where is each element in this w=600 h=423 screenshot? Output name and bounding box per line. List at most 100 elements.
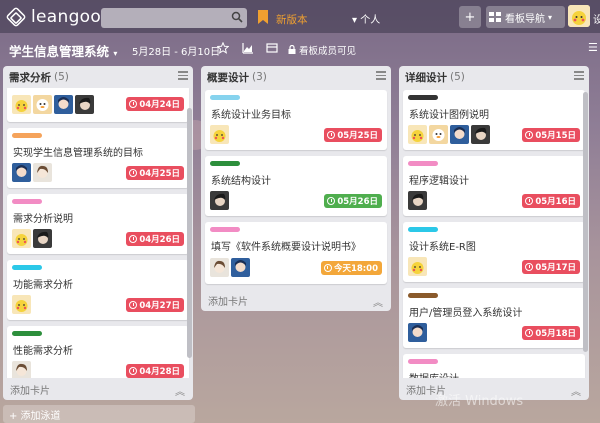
chart-icon[interactable] (242, 42, 254, 54)
board-dates[interactable]: 5月28日 - 6月10日 (132, 43, 220, 58)
card[interactable]: 系统结构设计 05月26日 (205, 156, 387, 216)
user-avatar[interactable] (568, 5, 590, 27)
card[interactable]: 04月24日 (7, 88, 189, 122)
member-avatar-pikachu[interactable] (408, 257, 427, 276)
clock-icon (129, 169, 138, 177)
clock-icon (129, 235, 138, 243)
card-label (408, 359, 438, 364)
due-date-badge[interactable]: 04月25日 (126, 166, 184, 180)
member-avatar-blue-girl[interactable] (231, 258, 250, 277)
due-date-badge[interactable]: 05月25日 (324, 128, 382, 142)
card-label (210, 95, 240, 100)
add-lane-button[interactable]: + 添加泳道 (3, 405, 195, 423)
board-nav-dropdown[interactable]: 看板导航 ▾ (486, 6, 565, 28)
list-header[interactable]: 概要设计 (3) (201, 66, 391, 88)
due-date-badge[interactable]: 04月24日 (126, 97, 184, 111)
member-avatar-white-girl[interactable] (33, 163, 52, 182)
list-count: (5) (450, 71, 465, 83)
member-avatar-penguin[interactable] (33, 95, 52, 114)
member-avatar-pikachu[interactable] (210, 125, 229, 144)
member-avatar-blue-girl[interactable] (12, 163, 31, 182)
member-avatar-pikachu[interactable] (12, 295, 31, 314)
card[interactable]: 性能需求分析 04月28日 (7, 326, 189, 378)
new-version-link[interactable]: 新版本 (276, 12, 308, 27)
member-avatar-dark-hair[interactable] (408, 191, 427, 210)
columns-icon[interactable] (266, 42, 278, 54)
card-title: 功能需求分析 (13, 280, 73, 291)
member-avatar-dark-hair[interactable] (75, 95, 94, 114)
personal-menu[interactable]: ▾ 个人 (352, 11, 380, 26)
card[interactable]: 实现学生信息管理系统的目标 04月25日 (7, 128, 189, 188)
due-date-badge[interactable]: 05月15日 (522, 128, 580, 142)
board-title[interactable]: 学生信息管理系统 ▾ (9, 41, 117, 60)
card-title: 程序逻辑设计 (409, 176, 469, 187)
app-logo[interactable]: leangoo (5, 5, 102, 28)
windows-activation-watermark: 激活 Windows (435, 394, 524, 409)
list-scrollbar[interactable] (583, 92, 588, 352)
logo-text: leangoo (31, 6, 102, 27)
add-card-button[interactable]: 添加卡片 ︽ (201, 289, 391, 311)
due-date-badge[interactable]: 04月28日 (126, 364, 184, 378)
card-title: 性能需求分析 (13, 346, 73, 357)
due-date-badge[interactable]: 05月16日 (522, 194, 580, 208)
member-avatar-penguin[interactable] (429, 125, 448, 144)
due-date: 05月15日 (535, 131, 576, 141)
card[interactable]: 用户/管理员登入系统设计 05月18日 (403, 288, 585, 348)
card-members (12, 229, 52, 248)
member-avatar-pikachu[interactable] (408, 125, 427, 144)
clock-icon (129, 100, 138, 108)
card-label (408, 293, 438, 298)
list-header[interactable]: 需求分析 (5) (3, 66, 193, 88)
add-button[interactable]: + (459, 6, 481, 28)
collapse-icon[interactable]: ︽ (373, 294, 383, 309)
card[interactable]: 填写《软件系统概要设计说明书》 今天18:00 (205, 222, 387, 284)
card-title: 需求分析说明 (13, 214, 73, 225)
due-date: 05月16日 (535, 197, 576, 207)
due-date-badge[interactable]: 04月26日 (126, 232, 184, 246)
card-title: 填写《软件系统概要设计说明书》 (211, 242, 361, 253)
due-date-badge[interactable]: 今天18:00 (320, 261, 382, 275)
member-avatar-dark-hair[interactable] (210, 191, 229, 210)
collapse-icon[interactable]: ︽ (571, 383, 581, 398)
member-avatar-white-girl[interactable] (210, 258, 229, 277)
due-date-badge[interactable]: 05月17日 (522, 260, 580, 274)
card[interactable]: 功能需求分析 04月27日 (7, 260, 189, 320)
due-date-badge[interactable]: 04月27日 (126, 298, 184, 312)
due-date-badge[interactable]: 05月18日 (522, 326, 580, 340)
member-avatar-dark-hair[interactable] (471, 125, 490, 144)
list-menu-icon[interactable] (574, 71, 584, 81)
list-scrollbar[interactable] (187, 108, 192, 358)
list-menu-icon[interactable] (376, 71, 386, 81)
member-avatar-pikachu[interactable] (12, 229, 31, 248)
card-label (210, 161, 240, 166)
card[interactable]: 设计系统E-R图 05月17日 (403, 222, 585, 282)
member-avatar-white-girl[interactable] (12, 361, 31, 378)
add-card-button[interactable]: 添加卡片 ︽ (3, 378, 193, 400)
star-icon[interactable] (217, 42, 229, 54)
card-members (408, 257, 427, 276)
search-icon[interactable] (231, 11, 243, 23)
collapse-icon[interactable]: ︽ (175, 383, 185, 398)
card[interactable]: 系统设计图例说明 05月15日 (403, 90, 585, 150)
card[interactable]: 需求分析说明 04月26日 (7, 194, 189, 254)
card-title: 系统设计业务目标 (211, 110, 291, 121)
card[interactable]: 系统设计业务目标 05月25日 (205, 90, 387, 150)
card[interactable]: 程序逻辑设计 05月16日 (403, 156, 585, 216)
settings-link[interactable]: 设 (593, 11, 600, 26)
search-input[interactable] (101, 8, 247, 28)
member-avatar-blue-girl[interactable] (408, 323, 427, 342)
member-avatar-blue-girl[interactable] (54, 95, 73, 114)
list-header[interactable]: 详细设计 (5) (399, 66, 589, 88)
member-avatar-dark-hair[interactable] (33, 229, 52, 248)
list-menu-icon[interactable] (178, 71, 188, 81)
clock-icon (525, 329, 534, 337)
member-avatar-pikachu[interactable] (12, 95, 31, 114)
due-date-badge[interactable]: 05月26日 (324, 194, 382, 208)
clock-icon (327, 197, 336, 205)
board-visibility[interactable]: 看板成员可见 (288, 43, 356, 57)
menu-icon[interactable]: ☰ (588, 41, 598, 54)
card[interactable]: 数据库设计 (403, 354, 585, 378)
card-members (210, 258, 250, 277)
due-date: 今天18:00 (333, 264, 378, 274)
member-avatar-blue-girl[interactable] (450, 125, 469, 144)
